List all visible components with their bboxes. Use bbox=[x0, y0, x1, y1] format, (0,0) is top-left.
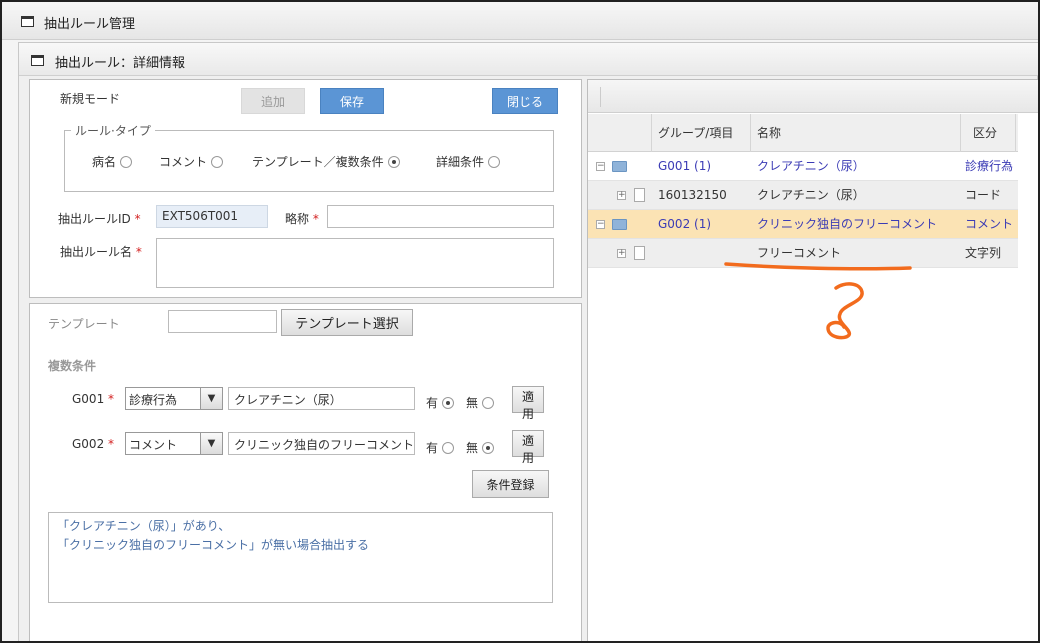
column-header-kind[interactable]: 区分 bbox=[961, 114, 1016, 152]
short-name-field[interactable] bbox=[327, 205, 554, 228]
condition-g002-text-field[interactable]: クリニック独自のフリーコメント bbox=[228, 432, 415, 455]
rule-type-template-multi[interactable]: テンプレート／複数条件 bbox=[252, 153, 400, 170]
radio-comment[interactable] bbox=[211, 156, 224, 168]
tree-row-item[interactable]: + 160132150 クレアチニン（尿） コード bbox=[588, 181, 1018, 210]
summary-line: 「クリニック独自のフリーコメント」が無い場合抽出する bbox=[57, 538, 370, 552]
template-panel: テンプレート テンプレート選択 複数条件 G001 * 診療行為 ▼ クレアチニ… bbox=[29, 303, 582, 641]
tree-cell-name: フリーコメント bbox=[757, 246, 842, 260]
radio-disease[interactable] bbox=[120, 156, 133, 168]
dialog-title-bar: 抽出ルール：詳細情報 bbox=[19, 43, 1038, 76]
tree-row-g002[interactable]: − G002 (1) クリニック独自のフリーコメント コメント bbox=[588, 210, 1018, 239]
multi-condition-label: 複数条件 bbox=[48, 359, 97, 373]
mode-label: 新規モード bbox=[60, 92, 121, 106]
tree-row-item[interactable]: + フリーコメント 文字列 bbox=[588, 239, 1018, 268]
tree-toolbar bbox=[588, 80, 1038, 113]
radio-g001-yes[interactable] bbox=[442, 397, 455, 409]
tree-cell-kind: コード bbox=[965, 188, 1002, 202]
template-field[interactable] bbox=[168, 310, 277, 333]
tree-header: グループ/項目 名称 区分 bbox=[588, 114, 1018, 152]
window-icon bbox=[21, 16, 34, 27]
condition-g001-text-field[interactable]: クレアチニン（尿） bbox=[228, 387, 415, 410]
condition-g001-yes[interactable]: 有 bbox=[426, 394, 455, 411]
dialog-icon bbox=[31, 55, 44, 66]
tree-row-g001[interactable]: − G001 (1) クレアチニン（尿） 診療行為 bbox=[588, 152, 1018, 181]
tree-cell-name: クリニック独自のフリーコメント bbox=[757, 217, 938, 231]
condition-g002-no[interactable]: 無 bbox=[466, 439, 495, 456]
save-button[interactable]: 保存 bbox=[320, 88, 384, 114]
radio-g002-no[interactable] bbox=[482, 442, 495, 454]
add-button[interactable]: 追加 bbox=[241, 88, 305, 114]
tree-cell-id bbox=[654, 239, 751, 268]
template-select-button[interactable]: テンプレート選択 bbox=[281, 309, 413, 336]
condition-g001-no[interactable]: 無 bbox=[466, 394, 495, 411]
tree-cell-id: 160132150 bbox=[658, 188, 727, 202]
tree-cell-name: クレアチニン（尿） bbox=[757, 159, 865, 173]
folder-icon bbox=[612, 219, 627, 230]
rule-form-panel: 新規モード 追加 保存 閉じる ルール·タイプ 病名 コメント テンプレート／複… bbox=[29, 79, 582, 298]
column-header-expander bbox=[588, 114, 652, 152]
condition-g001-apply-button[interactable]: 適用 bbox=[512, 386, 544, 421]
chevron-down-icon: ▼ bbox=[200, 388, 222, 409]
tree-cell-name: クレアチニン（尿） bbox=[757, 188, 865, 202]
chevron-down-icon: ▼ bbox=[200, 433, 222, 454]
rule-type-detail[interactable]: 詳細条件 bbox=[436, 153, 501, 170]
summary-line: 「クレアチニン（尿）」があり、 bbox=[57, 519, 231, 533]
condition-tree-panel: グループ/項目 名称 区分 − G001 (1) クレアチニン（尿） 診療行為 … bbox=[587, 79, 1038, 641]
expand-icon[interactable]: + bbox=[617, 249, 626, 258]
condition-g002-apply-button[interactable]: 適用 bbox=[512, 430, 544, 465]
condition-g001-label: G001 * bbox=[72, 392, 115, 406]
app-frame: 抽出ルール管理 抽出ルール：詳細情報 新規モード 追加 保存 閉じる ルール·タ… bbox=[0, 0, 1040, 643]
toolbar-separator bbox=[600, 87, 601, 107]
rule-type-comment[interactable]: コメント bbox=[159, 153, 224, 170]
column-header-name[interactable]: 名称 bbox=[751, 114, 961, 152]
tree-cell-kind: コメント bbox=[965, 217, 1014, 231]
tree-cell-id: G001 (1) bbox=[658, 159, 712, 173]
template-label: テンプレート bbox=[48, 317, 120, 331]
rule-name-field[interactable] bbox=[156, 238, 554, 288]
condition-g002-label: G002 * bbox=[72, 437, 115, 451]
document-icon bbox=[634, 246, 645, 260]
collapse-icon[interactable]: − bbox=[596, 220, 605, 229]
rule-id-field[interactable]: EXT506T001 bbox=[156, 205, 268, 228]
document-icon bbox=[634, 188, 645, 202]
condition-g002-type-select[interactable]: コメント ▼ bbox=[125, 432, 223, 455]
radio-template-multi[interactable] bbox=[387, 156, 400, 168]
rule-id-label: 抽出ルールID * bbox=[58, 212, 141, 226]
window-title: 抽出ルール管理 bbox=[44, 17, 136, 32]
radio-g001-no[interactable] bbox=[482, 397, 495, 409]
column-header-group-item[interactable]: グループ/項目 bbox=[652, 114, 751, 152]
rule-name-label: 抽出ルール名 * bbox=[60, 245, 142, 259]
rule-type-disease[interactable]: 病名 bbox=[92, 153, 133, 170]
register-condition-button[interactable]: 条件登録 bbox=[472, 470, 549, 498]
condition-g002-yes[interactable]: 有 bbox=[426, 439, 455, 456]
condition-summary: 「クレアチニン（尿）」があり、 「クリニック独自のフリーコメント」が無い場合抽出… bbox=[48, 512, 553, 603]
radio-detail[interactable] bbox=[488, 156, 501, 168]
collapse-icon[interactable]: − bbox=[596, 162, 605, 171]
close-button[interactable]: 閉じる bbox=[492, 88, 558, 114]
rule-type-legend: ルール·タイプ bbox=[75, 124, 151, 138]
tree-cell-id: G002 (1) bbox=[658, 217, 712, 231]
condition-g001-type-select[interactable]: 診療行為 ▼ bbox=[125, 387, 223, 410]
detail-dialog: 抽出ルール：詳細情報 新規モード 追加 保存 閉じる ルール·タイプ 病名 コメ… bbox=[18, 42, 1038, 641]
short-name-label: 略称 * bbox=[285, 212, 319, 226]
radio-g002-yes[interactable] bbox=[442, 442, 455, 454]
dialog-title: 抽出ルール：詳細情報 bbox=[55, 56, 186, 71]
expand-icon[interactable]: + bbox=[617, 191, 626, 200]
tree-cell-kind: 診療行為 bbox=[965, 159, 1014, 173]
window-title-bar: 抽出ルール管理 bbox=[2, 2, 1038, 40]
tree-cell-kind: 文字列 bbox=[965, 246, 1002, 260]
folder-icon bbox=[612, 161, 627, 172]
